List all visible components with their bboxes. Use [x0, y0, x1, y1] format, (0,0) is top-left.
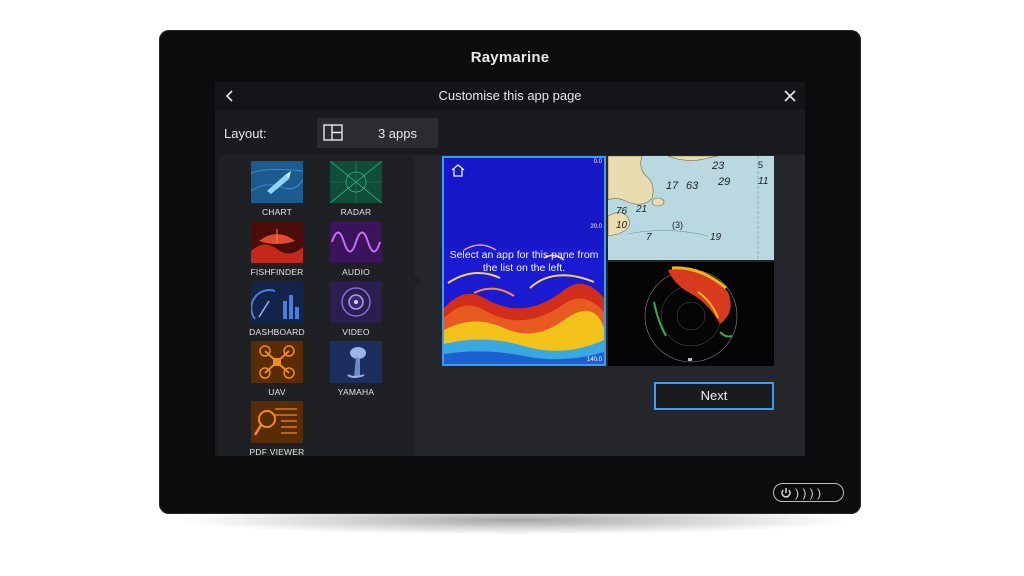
- chart-sounding: 63: [686, 180, 699, 192]
- chart-sounding: 19: [710, 232, 722, 243]
- select-app-instruction: Select an app for this pane from the lis…: [449, 249, 599, 274]
- brand-logo: Raymarine: [470, 49, 550, 66]
- chart-sounding: 10: [616, 220, 628, 231]
- signal-arcs-icon: ) ) ) ): [795, 485, 821, 500]
- app-tile-video[interactable]: VIDEO: [321, 281, 391, 337]
- screen: Customise this app page Layout: 3 apps C…: [215, 82, 805, 456]
- app-label: UAV: [268, 387, 286, 397]
- layout-three-pane-icon: [323, 124, 343, 141]
- layout-label: Layout:: [224, 126, 267, 141]
- close-icon[interactable]: [781, 87, 799, 105]
- app-tile-chart[interactable]: CHART: [242, 161, 312, 217]
- page-title: Customise this app page: [438, 88, 582, 103]
- chart-map-image: [608, 156, 774, 260]
- power-button[interactable]: ) ) ) ): [773, 483, 844, 502]
- chart-sounding: 17: [666, 180, 679, 192]
- app-tile-pdf-viewer[interactable]: PDF VIEWER: [242, 401, 312, 456]
- app-label: PDF VIEWER: [249, 447, 305, 456]
- app-tile-dashboard[interactable]: DASHBOARD: [242, 281, 312, 337]
- app-label: RADAR: [340, 207, 372, 217]
- next-button[interactable]: Next: [654, 382, 774, 410]
- audio-app-icon: [330, 221, 382, 263]
- depth-scale-top: 0.0: [593, 159, 602, 165]
- chart-sounding: 23: [712, 160, 725, 172]
- app-label: CHART: [261, 207, 293, 217]
- preview-pane-selected[interactable]: 0.0 20.0 140.0 Select an app for this pa…: [442, 156, 606, 366]
- app-label: VIDEO: [342, 327, 370, 337]
- preview-pane-chart[interactable]: 5 23 11 17 63 29 76 21 10 7 (3) 19: [608, 156, 774, 260]
- chart-sounding: 76: [616, 206, 628, 217]
- app-label: DASHBOARD: [249, 327, 305, 337]
- layout-value: 3 apps: [377, 126, 418, 141]
- depth-scale-bottom: 140.0: [586, 357, 602, 363]
- app-list: CHART RADAR FISHFINDER AUDIO DASHBOARD V…: [219, 155, 414, 456]
- app-tile-fishfinder[interactable]: FISHFINDER: [242, 221, 312, 277]
- chart-sounding: 11: [758, 176, 769, 187]
- chart-sounding: 29: [718, 176, 731, 188]
- app-label: AUDIO: [342, 267, 370, 277]
- power-icon: [781, 487, 791, 498]
- home-icon[interactable]: [450, 163, 466, 178]
- app-tile-uav[interactable]: UAV: [242, 341, 312, 397]
- chart-app-icon: [251, 161, 303, 203]
- layout-selector[interactable]: 3 apps: [317, 118, 438, 148]
- panel-pointer: [414, 274, 421, 288]
- chart-sounding: 5: [758, 160, 764, 170]
- header-bar: Customise this app page: [215, 82, 805, 110]
- chart-sounding: 7: [646, 232, 652, 243]
- preview-pane-radar[interactable]: [608, 262, 774, 366]
- chart-sounding: (3): [672, 220, 683, 230]
- depth-scale-mid: 20.0: [590, 224, 602, 230]
- app-tile-yamaha[interactable]: YAMAHA: [321, 341, 391, 397]
- uav-app-icon: [251, 341, 303, 383]
- app-label: FISHFINDER: [250, 267, 304, 277]
- dashboard-app-icon: [251, 281, 303, 323]
- video-app-icon: [330, 281, 382, 323]
- radar-sweep-image: [608, 262, 774, 366]
- chart-sounding: 21: [636, 204, 648, 215]
- pdf-viewer-app-icon: [251, 401, 303, 443]
- yamaha-app-icon: [330, 341, 382, 383]
- radar-app-icon: [330, 161, 382, 203]
- app-tile-audio[interactable]: AUDIO: [321, 221, 391, 277]
- fishfinder-app-icon: [251, 221, 303, 263]
- app-tile-radar[interactable]: RADAR: [321, 161, 391, 217]
- app-label: YAMAHA: [337, 387, 375, 397]
